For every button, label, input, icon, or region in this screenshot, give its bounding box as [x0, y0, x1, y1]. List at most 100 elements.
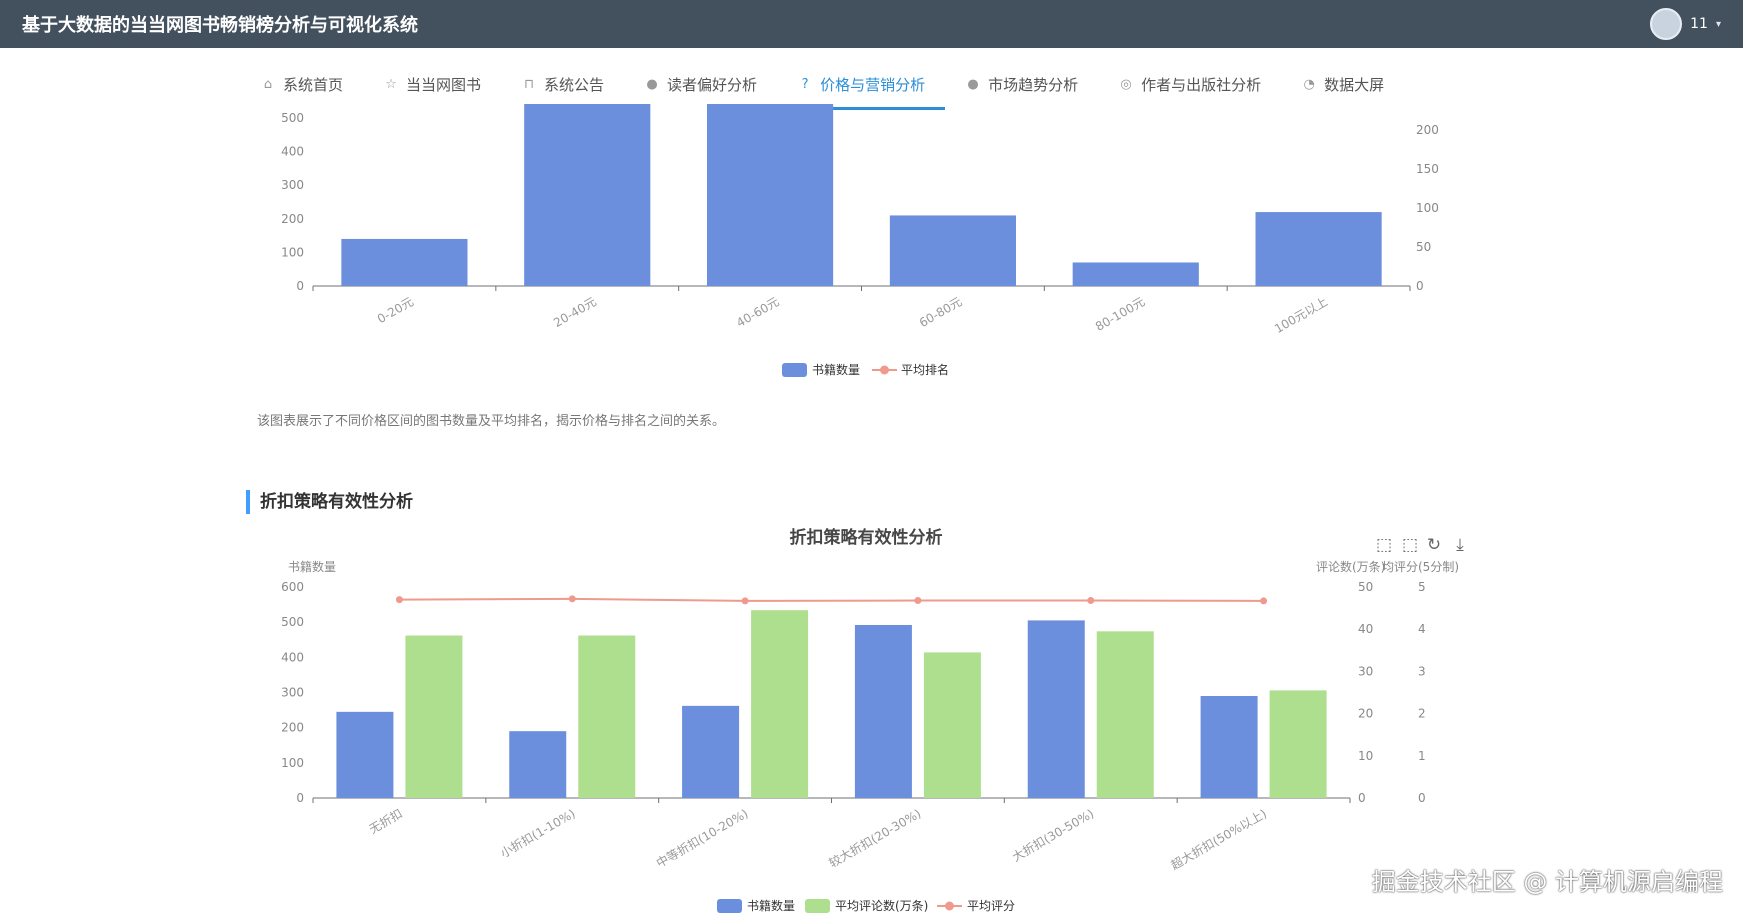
- y-tick-label: 600: [281, 580, 304, 594]
- section-title: 折扣策略有效性分析: [246, 490, 413, 514]
- bar: [1096, 631, 1154, 798]
- nav-item-label: 价格与营销分析: [820, 75, 926, 94]
- legend-swatch: [782, 363, 807, 377]
- legend-swatch: [717, 899, 742, 913]
- legend-label: 书籍数量: [747, 898, 795, 913]
- bar: [1255, 212, 1382, 286]
- nav-item-label: 系统公告: [544, 75, 605, 94]
- bag-icon: ⊓: [523, 76, 535, 92]
- y-tick-label: 0: [296, 791, 304, 805]
- price-range-chart: 0 100 200 300 400 500 0 50 100 150 200 0-20元 20-40元 4…: [281, 104, 1439, 377]
- watermark: 掘金技术社区 @ 计算机源启编程: [1371, 868, 1723, 896]
- y-tick-label: 400: [281, 145, 304, 159]
- bar: [509, 731, 567, 798]
- legend-label: 平均评分: [967, 899, 1015, 913]
- y3-tick-label: 0: [1418, 791, 1426, 805]
- series-line: [399, 597, 1264, 602]
- nav-item-label: 系统首页: [283, 75, 344, 94]
- bar: [524, 104, 651, 286]
- y-tick-label: 100: [281, 756, 304, 770]
- username: 11: [1690, 16, 1708, 32]
- nav-item-label: 数据大屏: [1324, 75, 1385, 94]
- line-point: [395, 596, 403, 604]
- y2-tick-label: 200: [1416, 123, 1439, 137]
- line-point: [914, 597, 922, 605]
- chevron-down-icon: ▾: [1715, 18, 1721, 30]
- y3-tick-label: 3: [1418, 664, 1426, 678]
- bar: [341, 238, 468, 286]
- y2-tick-label: 10: [1358, 749, 1373, 763]
- gauge-icon: ◔: [1303, 76, 1315, 92]
- app-title: 基于大数据的当当网图书畅销榜分析与可视化系统: [22, 15, 418, 36]
- bar: [1072, 262, 1199, 286]
- nav-item-label: 当当网图书: [406, 75, 482, 94]
- info-icon: ●: [967, 76, 979, 92]
- bar: [854, 624, 912, 798]
- question-icon: ?: [801, 76, 809, 92]
- x-tick-label: 超大折扣(50%以上): [1168, 806, 1269, 873]
- y3-tick-label: 5: [1418, 580, 1426, 594]
- y-axis-name: 书籍数量: [288, 559, 336, 574]
- zoom-reset-icon: ⬚: [1402, 535, 1418, 555]
- top-bar: 基于大数据的当当网图书畅销榜分析与可视化系统 11 ▾: [0, 0, 1743, 48]
- nav-item-label: 市场趋势分析: [988, 75, 1079, 94]
- y-tick-label: 0: [296, 279, 304, 293]
- home-icon: ⌂: [263, 76, 273, 92]
- y-tick-label: 500: [281, 111, 304, 125]
- bar: [682, 705, 740, 798]
- legend-swatch: [805, 899, 830, 913]
- bar: [578, 635, 636, 798]
- x-tick-label: 小折扣(1-10%): [497, 806, 577, 861]
- x-tick-label: 60-80元: [917, 294, 965, 330]
- legend-swatch: [945, 901, 954, 911]
- y-tick-label: 200: [281, 212, 304, 226]
- bar: [889, 215, 1016, 286]
- bar: [1269, 690, 1327, 798]
- bar: [405, 635, 463, 798]
- bar: [707, 104, 834, 286]
- chart-description: 该图表展示了不同价格区间的图书数量及平均排名，揭示价格与排名之间的关系。: [257, 414, 726, 429]
- y2-tick-label: 0: [1358, 791, 1366, 805]
- y2-tick-label: 100: [1416, 201, 1439, 215]
- zoom-icon: ⬚: [1376, 535, 1392, 555]
- y-tick-label: 400: [281, 650, 304, 664]
- y-tick-label: 200: [281, 721, 304, 735]
- bar: [1200, 696, 1258, 798]
- bar: [923, 652, 981, 798]
- x-tick-label: 40-60元: [734, 294, 782, 330]
- avatar[interactable]: [1650, 8, 1683, 40]
- x-tick-label: 大折扣(30-50%): [1009, 806, 1096, 865]
- y2-tick-label: 30: [1358, 664, 1373, 678]
- legend-swatch: [880, 365, 889, 375]
- nav-item-label: 读者偏好分析: [667, 75, 758, 94]
- line-point: [1087, 597, 1095, 605]
- y3-tick-label: 1: [1418, 749, 1426, 763]
- star-icon: ☆: [385, 76, 397, 92]
- y3-tick-label: 2: [1418, 707, 1426, 721]
- user-menu[interactable]: 11 ▾: [1650, 8, 1721, 40]
- y2-tick-label: 0: [1416, 279, 1424, 293]
- restore-icon: ↻: [1427, 535, 1441, 555]
- y2-axis-name: 评论数(万条): [1316, 559, 1385, 574]
- line-point: [568, 595, 576, 603]
- x-tick-label: 0-20元: [375, 294, 416, 326]
- target-icon: ◎: [1120, 76, 1132, 92]
- y2-tick-label: 150: [1416, 162, 1439, 176]
- y-tick-label: 100: [281, 245, 304, 259]
- y2-tick-label: 20: [1358, 707, 1373, 721]
- y-tick-label: 500: [281, 615, 304, 629]
- legend-label: 平均评论数(万条): [835, 898, 928, 913]
- y-tick-label: 300: [281, 178, 304, 192]
- chart-title: 折扣策略有效性分析: [790, 527, 943, 548]
- y-tick-label: 300: [281, 686, 304, 700]
- x-tick-label: 中等折扣(10-20%): [653, 806, 750, 871]
- line-point: [741, 597, 749, 605]
- x-tick-label: 无折扣: [366, 806, 405, 837]
- discount-chart: 折扣策略有效性分析 ⬚ ⬚ ↻ ⤓书籍数量 评论数(万条)均评分(5分制)01002003…: [281, 527, 1464, 913]
- x-tick-label: 较大折扣(20-30%): [826, 806, 923, 871]
- bar: [1027, 620, 1085, 798]
- y2-tick-label: 50: [1358, 580, 1373, 594]
- legend-label: 平均排名: [901, 362, 949, 377]
- y2-tick-label: 40: [1358, 622, 1373, 636]
- y2-tick-label: 50: [1416, 240, 1431, 254]
